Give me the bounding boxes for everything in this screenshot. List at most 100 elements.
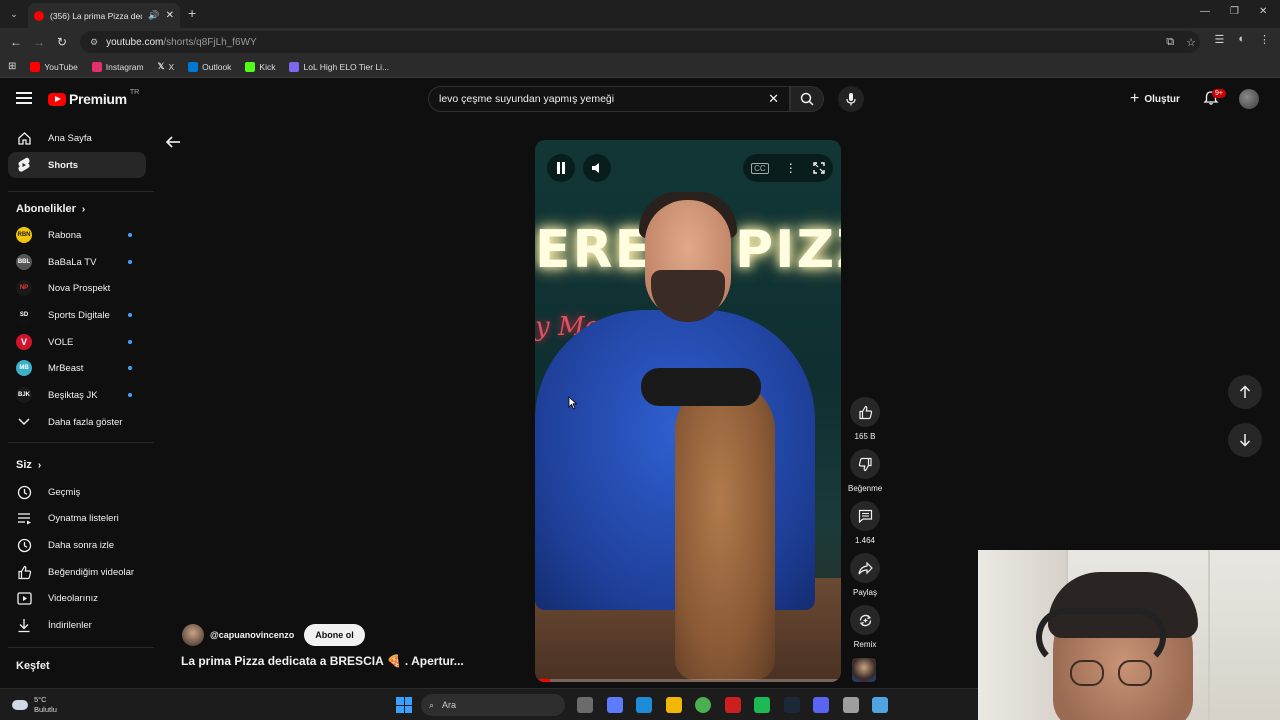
subscriptions-heading[interactable]: Abonelikler › xyxy=(16,203,85,215)
pause-button[interactable] xyxy=(547,154,575,182)
video-progress-bar[interactable] xyxy=(535,679,841,682)
share-button[interactable] xyxy=(850,553,880,583)
url-bar[interactable]: ⚙ youtube.com/shorts/q8FjLh_f6WY xyxy=(80,31,1200,53)
shorts-video-player[interactable]: ERE PIZZ y Mo co CC ⋮ xyxy=(535,140,841,682)
comments-action[interactable]: 1.464 xyxy=(848,501,882,545)
hamburger-menu-icon[interactable] xyxy=(16,92,32,104)
sidebar-item-your-videos[interactable]: Videolarınız xyxy=(8,585,146,611)
profile-icon[interactable]: ◐ xyxy=(1238,33,1245,46)
captions-icon[interactable]: CC xyxy=(751,162,769,174)
reload-icon[interactable]: ↻ xyxy=(57,35,67,49)
new-tab-button[interactable]: + xyxy=(188,5,196,21)
search-input[interactable]: levo çeşme suyundan yapmış yemeği ✕ xyxy=(428,86,790,112)
outlook-app-icon[interactable] xyxy=(636,697,652,713)
youtube-premium-logo[interactable]: Premium TR xyxy=(48,89,139,107)
more-options-icon[interactable]: ⋮ xyxy=(785,161,797,175)
chrome-icon[interactable] xyxy=(695,697,711,713)
minimize-icon[interactable]: — xyxy=(1200,6,1210,17)
weather-condition: Bulutlu xyxy=(34,705,57,714)
sidebar-item-sub-vole[interactable]: V VOLE xyxy=(8,329,146,355)
maximize-icon[interactable]: ❐ xyxy=(1230,6,1239,17)
file-explorer-icon[interactable] xyxy=(665,697,682,713)
dislike-action[interactable]: Beğenme xyxy=(848,449,882,493)
bookmark-lol-tier[interactable]: LoL High ELO Tier Li... xyxy=(289,61,389,72)
remix-action[interactable]: Remix xyxy=(848,605,882,649)
close-window-icon[interactable]: ✕ xyxy=(1259,6,1267,17)
media-controls-icon[interactable]: ☰ xyxy=(1214,33,1224,46)
sidebar-item-downloads[interactable]: İndirilenler xyxy=(8,612,146,638)
black-glove xyxy=(641,368,761,406)
weather-widget[interactable]: 5°C Bulutlu xyxy=(12,695,57,715)
clear-search-icon[interactable]: ✕ xyxy=(768,91,779,107)
like-action[interactable]: 165 B xyxy=(848,397,882,441)
sidebar-item-history[interactable]: Geçmiş xyxy=(8,479,146,505)
forward-icon[interactable]: → xyxy=(33,35,45,49)
search-button[interactable] xyxy=(790,86,824,112)
dislike-button[interactable] xyxy=(850,449,880,479)
sidebar-item-sub-mrbeast[interactable]: MB MrBeast xyxy=(8,355,146,381)
install-app-icon[interactable]: ⧉ xyxy=(1166,36,1174,49)
like-button[interactable] xyxy=(850,397,880,427)
sidebar-item-sub-sports[interactable]: SD Sports Digitale xyxy=(8,302,146,328)
sidebar-item-watch-later[interactable]: Daha sonra izle xyxy=(8,532,146,558)
player-controls-group: CC ⋮ xyxy=(743,154,833,182)
bookmark-youtube[interactable]: YouTube xyxy=(30,61,78,72)
browser-menu-icon[interactable]: ⋮ xyxy=(1259,33,1270,46)
share-action[interactable]: Paylaş xyxy=(848,553,882,597)
app-icon[interactable] xyxy=(872,697,888,713)
voice-search-button[interactable] xyxy=(838,86,864,112)
bookmark-outlook[interactable]: Outlook xyxy=(188,61,231,72)
you-heading[interactable]: Siz › xyxy=(16,459,41,471)
channel-avatar: V xyxy=(16,334,32,350)
bookmark-instagram[interactable]: Instagram xyxy=(91,61,144,72)
sidebar-item-shorts[interactable]: Shorts xyxy=(8,152,146,178)
spotify-icon[interactable] xyxy=(754,697,770,713)
discord-icon[interactable] xyxy=(813,697,829,713)
steam-icon[interactable] xyxy=(783,697,800,713)
taskbar-search[interactable]: ⌕ Ara xyxy=(421,694,565,716)
channel-avatar[interactable] xyxy=(182,624,204,646)
fullscreen-icon[interactable] xyxy=(813,162,825,174)
sidebar-item-home[interactable]: Ana Sayfa xyxy=(8,125,146,151)
opera-icon[interactable] xyxy=(724,697,741,713)
settings-icon[interactable] xyxy=(842,697,859,713)
remix-icon xyxy=(859,614,871,626)
next-short-button[interactable] xyxy=(1228,423,1262,457)
sidebar-item-playlists[interactable]: Oynatma listeleri xyxy=(8,505,146,531)
volume-button[interactable] xyxy=(583,154,611,182)
task-view-icon[interactable] xyxy=(577,697,593,713)
comments-button[interactable] xyxy=(850,501,880,531)
tab-search-icon[interactable]: ⌄ xyxy=(6,6,22,22)
bookmark-x[interactable]: 𝕏X xyxy=(158,61,175,72)
webcam-glasses-left xyxy=(1070,660,1104,686)
sidebar-item-sub-besiktas[interactable]: BJK Beşiktaş JK xyxy=(8,382,146,408)
notification-badge: 9+ xyxy=(1212,89,1226,98)
create-button[interactable]: + Oluştur xyxy=(1130,90,1180,108)
apps-grid-icon[interactable]: ⊞ xyxy=(8,61,16,72)
bookmark-star-icon[interactable]: ☆ xyxy=(1186,36,1196,49)
back-icon[interactable]: ← xyxy=(10,35,22,49)
show-more-button[interactable]: Daha fazla göster xyxy=(8,409,146,435)
subscribe-button[interactable]: Abone ol xyxy=(304,624,365,646)
video-title[interactable]: La prima Pizza dedicata a BRESCIA 🍕 . Ap… xyxy=(181,654,464,668)
sidebar-item-sub-rabona[interactable]: RBN Rabona xyxy=(8,222,146,248)
account-avatar[interactable] xyxy=(1239,89,1259,109)
windows-start-icon[interactable] xyxy=(396,697,412,713)
copilot-icon[interactable] xyxy=(606,697,623,713)
browser-tab[interactable]: (356) La prima Pizza dedica 🔊 ✕ xyxy=(28,3,180,28)
back-arrow-icon[interactable] xyxy=(164,134,182,150)
channel-handle[interactable]: @capuanovincenzo xyxy=(210,630,294,640)
url-host: youtube.com xyxy=(106,36,164,48)
bookmark-kick[interactable]: Kick xyxy=(245,61,275,72)
new-content-dot xyxy=(128,260,132,264)
site-info-icon[interactable]: ⚙ xyxy=(90,37,98,48)
speaker-icon[interactable]: 🔊 xyxy=(148,10,159,21)
remix-button[interactable] xyxy=(850,605,880,635)
close-tab-icon[interactable]: ✕ xyxy=(166,10,174,21)
sidebar-item-liked[interactable]: Beğendiğim videolar xyxy=(8,559,146,585)
audio-source-thumbnail[interactable] xyxy=(852,658,876,682)
sidebar-item-sub-nova[interactable]: NP Nova Prospekt xyxy=(8,275,146,301)
taskbar-search-placeholder: Ara xyxy=(442,700,457,710)
previous-short-button[interactable] xyxy=(1228,375,1262,409)
sidebar-item-sub-babala[interactable]: BBL BaBaLa TV xyxy=(8,249,146,275)
